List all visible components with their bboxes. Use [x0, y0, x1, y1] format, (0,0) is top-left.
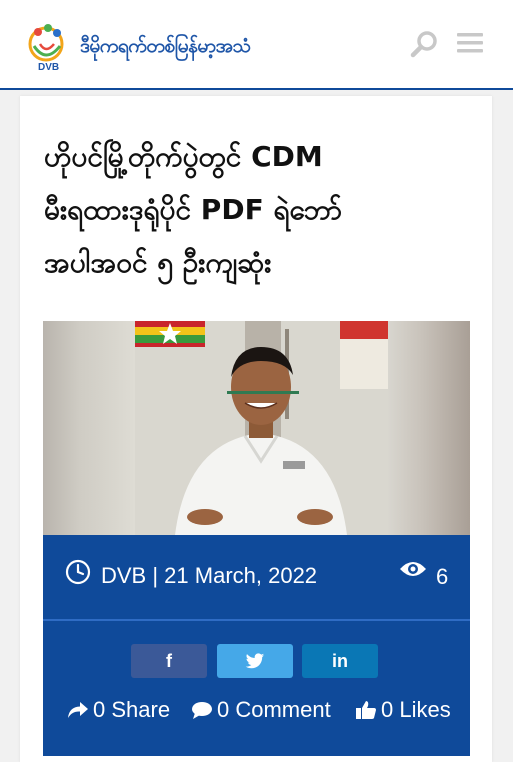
linkedin-share-button[interactable]: in [302, 644, 378, 678]
facebook-icon: f [166, 650, 172, 671]
eye-icon [400, 562, 426, 576]
twitter-share-button[interactable] [217, 644, 293, 678]
logo-badge: DVB [38, 62, 59, 72]
man-portrait-image [135, 321, 388, 535]
logo-text: ဒီမိုကရက်တစ်မြန်မာ့အသံ [80, 35, 251, 57]
comment-count[interactable]: 0 Comment [191, 697, 331, 723]
dvb-logo[interactable]: DVB ဒီမိုကရက်တစ်မြန်မာ့အသံ [26, 20, 251, 72]
like-count-label: 0 Likes [381, 697, 451, 722]
twitter-icon [245, 652, 265, 668]
clock-icon [65, 559, 91, 585]
article-byline: DVB | 21 March, 2022 [101, 563, 318, 588]
photo-blur-right [388, 321, 470, 535]
article-meta-panel: DVB | 21 March, 2022 6 f in 0 Share 0 Co… [43, 535, 470, 756]
photo-blur-left [43, 321, 135, 535]
dvb-logo-mark-icon: DVB [28, 24, 64, 72]
article-title[interactable]: ဟိုပင်မြို့တိုက်ပွဲတွင် CDM မီးရထားဒုရုံ… [44, 130, 474, 289]
menu-icon[interactable] [456, 32, 484, 54]
linkedin-icon: in [332, 650, 348, 671]
share-arrow-icon [68, 702, 88, 718]
site-header: DVB ဒီမိုကရက်တစ်မြန်မာ့အသံ [0, 0, 513, 90]
engagement-stats: 0 Share 0 Comment 0 Likes [43, 695, 470, 731]
thumbs-up-icon [356, 701, 376, 719]
article-photo[interactable] [43, 321, 470, 535]
search-icon[interactable] [410, 30, 438, 58]
facebook-share-button[interactable]: f [131, 644, 207, 678]
title-line: မီးရထားဒုရုံပိုင် PDF ရဲဘော် [44, 193, 343, 226]
comment-count-label: 0 Comment [217, 697, 331, 722]
meta-info-row: DVB | 21 March, 2022 6 [43, 535, 470, 621]
title-line: အပါအဝင် ၅ ဦးကျဆုံး [44, 246, 272, 279]
share-count-label: 0 Share [93, 697, 171, 722]
title-line: ဟိုပင်မြို့တိုက်ပွဲတွင် CDM [44, 140, 323, 173]
comment-bubble-icon [192, 702, 212, 719]
share-count[interactable]: 0 Share [67, 697, 170, 723]
view-count: 6 [436, 564, 449, 589]
like-count[interactable]: 0 Likes [355, 697, 451, 723]
